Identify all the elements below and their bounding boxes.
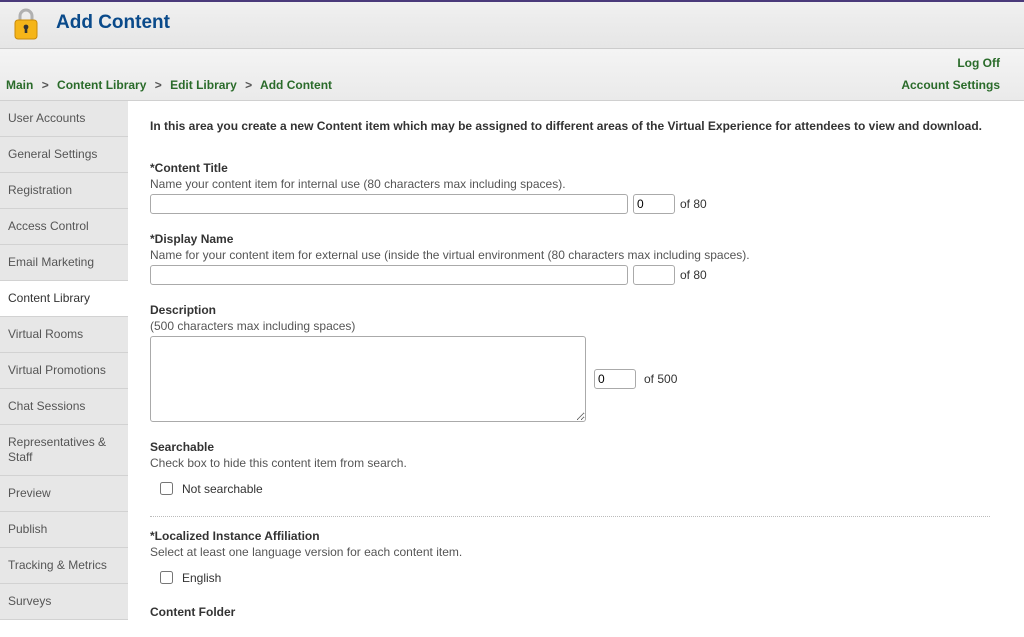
- content-title-of: of 80: [680, 197, 707, 211]
- breadcrumb: Main > Content Library > Edit Library > …: [6, 78, 332, 92]
- searchable-label: Searchable: [150, 440, 1002, 454]
- divider: [150, 516, 990, 517]
- sidebar-item-virtual-promotions[interactable]: Virtual Promotions: [0, 353, 128, 389]
- description-textarea[interactable]: [150, 336, 586, 422]
- display-name-help: Name for your content item for external …: [150, 248, 1002, 262]
- searchable-help: Check box to hide this content item from…: [150, 456, 1002, 470]
- breadcrumb-sep: >: [155, 78, 162, 92]
- not-searchable-text: Not searchable: [182, 482, 263, 496]
- sidebar-item-general-settings[interactable]: General Settings: [0, 137, 128, 173]
- sidebar-item-chat-sessions[interactable]: Chat Sessions: [0, 389, 128, 425]
- sidebar-item-virtual-rooms[interactable]: Virtual Rooms: [0, 317, 128, 353]
- content-title-help: Name your content item for internal use …: [150, 177, 1002, 191]
- content-folder-label: Content Folder: [150, 605, 1002, 619]
- breadcrumb-content-library[interactable]: Content Library: [57, 78, 146, 92]
- not-searchable-checkbox[interactable]: [160, 482, 173, 495]
- breadcrumb-sep: >: [245, 78, 252, 92]
- sidebar-item-content-library[interactable]: Content Library: [0, 281, 128, 317]
- log-off-link[interactable]: Log Off: [901, 56, 1000, 70]
- lock-icon: [10, 5, 42, 41]
- sidebar-item-preview[interactable]: Preview: [0, 476, 128, 512]
- content-title-count[interactable]: [633, 194, 675, 214]
- sidebar: User Accounts General Settings Registrat…: [0, 101, 128, 620]
- breadcrumb-edit-library[interactable]: Edit Library: [170, 78, 237, 92]
- intro-text: In this area you create a new Content it…: [150, 119, 1002, 133]
- english-text: English: [182, 571, 221, 585]
- sidebar-item-access-control[interactable]: Access Control: [0, 209, 128, 245]
- sidebar-item-tracking-metrics[interactable]: Tracking & Metrics: [0, 548, 128, 584]
- account-settings-link[interactable]: Account Settings: [901, 78, 1000, 92]
- breadcrumb-main[interactable]: Main: [6, 78, 33, 92]
- content-title-label: *Content Title: [150, 161, 1002, 175]
- description-of: of 500: [644, 372, 677, 386]
- sidebar-item-publish[interactable]: Publish: [0, 512, 128, 548]
- breadcrumb-current: Add Content: [260, 78, 332, 92]
- breadcrumb-sep: >: [42, 78, 49, 92]
- sidebar-item-user-accounts[interactable]: User Accounts: [0, 101, 128, 137]
- page-title: Add Content: [56, 12, 170, 34]
- content-title-input[interactable]: [150, 194, 628, 214]
- description-count[interactable]: [594, 369, 636, 389]
- sidebar-item-reps-staff[interactable]: Representatives & Staff: [0, 425, 128, 476]
- description-help: (500 characters max including spaces): [150, 319, 1002, 333]
- localized-help: Select at least one language version for…: [150, 545, 1002, 559]
- english-checkbox[interactable]: [160, 571, 173, 584]
- description-label: Description: [150, 303, 1002, 317]
- sidebar-item-registration[interactable]: Registration: [0, 173, 128, 209]
- display-name-of: of 80: [680, 268, 707, 282]
- display-name-count[interactable]: [633, 265, 675, 285]
- display-name-input[interactable]: [150, 265, 628, 285]
- sidebar-item-surveys[interactable]: Surveys: [0, 584, 128, 620]
- localized-label: *Localized Instance Affiliation: [150, 529, 1002, 543]
- display-name-label: *Display Name: [150, 232, 1002, 246]
- sidebar-item-email-marketing[interactable]: Email Marketing: [0, 245, 128, 281]
